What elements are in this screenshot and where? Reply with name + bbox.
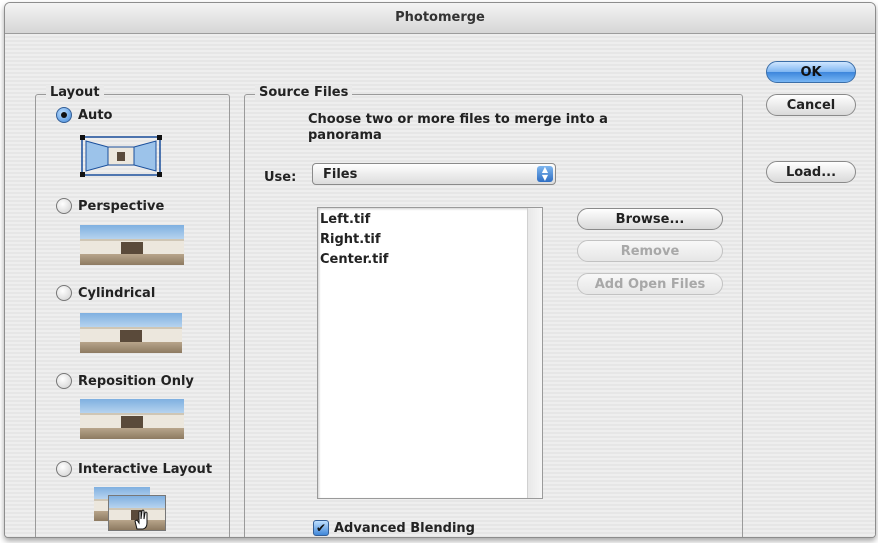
layout-option-perspective[interactable]: Perspective <box>56 198 164 214</box>
perspective-thumbnail <box>80 225 184 265</box>
source-files-group: Source Files Choose two or more files to… <box>244 85 743 537</box>
cylindrical-radio[interactable] <box>56 285 72 301</box>
use-select[interactable]: Files ▲ ▼ <box>312 163 556 185</box>
file-list-scrollbar[interactable] <box>527 208 542 498</box>
layout-option-cylindrical[interactable]: Cylindrical <box>56 285 155 301</box>
cylindrical-thumbnail <box>80 313 182 353</box>
source-instructions: Choose two or more files to merge into a… <box>308 112 608 143</box>
add-open-files-button[interactable]: Add Open Files <box>577 273 723 295</box>
use-label: Use: <box>264 170 297 185</box>
cylindrical-label: Cylindrical <box>78 285 156 301</box>
select-arrows-icon: ▲ ▼ <box>537 166 553 182</box>
advanced-blending-option[interactable]: ✔ Advanced Blending <box>313 520 475 536</box>
ok-button[interactable]: OK <box>766 61 856 83</box>
window-title: Photomerge <box>5 3 875 34</box>
layout-legend: Layout <box>46 85 104 100</box>
load-button[interactable]: Load... <box>766 161 856 183</box>
file-list[interactable]: Left.tif Right.tif Center.tif <box>317 207 543 499</box>
advanced-blending-checkbox[interactable]: ✔ <box>313 520 329 536</box>
cancel-button[interactable]: Cancel <box>766 94 856 116</box>
use-select-value: Files <box>323 167 358 182</box>
file-list-item[interactable]: Center.tif <box>320 252 388 267</box>
file-list-item[interactable]: Right.tif <box>320 232 381 247</box>
file-list-item[interactable]: Left.tif <box>320 212 370 227</box>
interactive-layout-thumbnail <box>94 487 168 533</box>
hand-cursor-icon <box>134 509 148 530</box>
interactive-layout-radio[interactable] <box>56 461 72 477</box>
reposition-only-radio[interactable] <box>56 373 72 389</box>
auto-radio[interactable] <box>56 107 72 123</box>
layout-group: Layout Auto Perspective Cylindrical Repo… <box>35 85 230 537</box>
layout-option-auto[interactable]: Auto <box>56 107 112 123</box>
source-files-legend: Source Files <box>255 85 353 100</box>
perspective-radio[interactable] <box>56 198 72 214</box>
auto-thumbnail <box>80 135 162 177</box>
layout-option-interactive-layout[interactable]: Interactive Layout <box>56 461 212 477</box>
dialog-body: Layout Auto Perspective Cylindrical Repo… <box>5 34 875 537</box>
reposition-only-thumbnail <box>80 399 184 439</box>
perspective-label: Perspective <box>78 198 165 214</box>
layout-option-reposition-only[interactable]: Reposition Only <box>56 373 194 389</box>
remove-button[interactable]: Remove <box>577 240 723 262</box>
auto-layout-icon <box>80 135 162 177</box>
photomerge-dialog: Photomerge Layout Auto Perspective Cylin… <box>4 2 876 538</box>
interactive-layout-label: Interactive Layout <box>78 461 213 477</box>
advanced-blending-label: Advanced Blending <box>334 520 475 536</box>
reposition-only-label: Reposition Only <box>78 373 194 389</box>
auto-label: Auto <box>78 107 113 123</box>
browse-button[interactable]: Browse... <box>577 208 723 230</box>
